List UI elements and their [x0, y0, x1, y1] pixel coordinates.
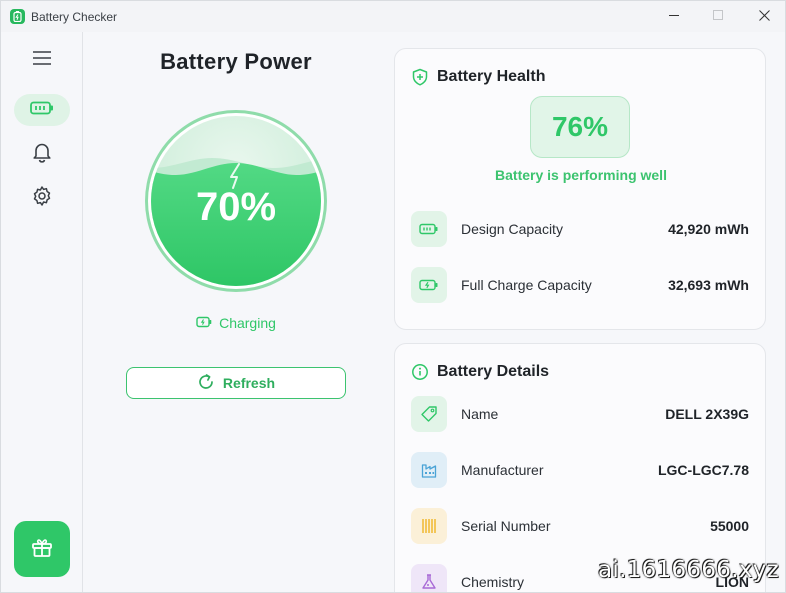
- serial-number-row: Serial Number 55000: [411, 508, 749, 544]
- battery-health-title: Battery Health: [437, 68, 546, 85]
- manufacturer-value: LGC-LGC7.78: [657, 462, 749, 478]
- full-charge-capacity-row: Full Charge Capacity 32,693 mWh: [411, 267, 749, 303]
- battery-power-percent: 70%: [195, 185, 277, 229]
- battery-health-percent: 76%: [530, 96, 630, 158]
- close-icon: [758, 8, 770, 26]
- full-charge-capacity-value: 32,693 mWh: [668, 277, 749, 293]
- name-row: Name DELL 2X39G: [411, 396, 749, 432]
- minimize-icon: [668, 8, 680, 26]
- tag-icon: [411, 396, 447, 432]
- app-window: Battery Checker Battery Power 70% Chargi…: [0, 0, 786, 593]
- menu-button[interactable]: [14, 44, 70, 76]
- sidebar-item-settings[interactable]: [14, 182, 70, 214]
- shield-plus-icon: [411, 68, 429, 86]
- window-title: Battery Checker: [31, 10, 118, 24]
- refresh-icon: [197, 373, 215, 394]
- sidebar-item-notifications[interactable]: [14, 138, 70, 170]
- manufacturer-label: Manufacturer: [461, 462, 544, 478]
- name-value: DELL 2X39G: [665, 406, 749, 422]
- info-icon: [411, 363, 429, 381]
- battery-power-title: Battery Power: [160, 49, 312, 74]
- charging-status: Charging: [151, 315, 321, 331]
- title-bar[interactable]: Battery Checker: [1, 1, 785, 32]
- bell-icon: [32, 141, 52, 168]
- battery-health-card: Battery Health 76% Battery is performing…: [394, 48, 766, 330]
- battery-icon: [411, 211, 447, 247]
- minimize-button[interactable]: [651, 1, 697, 32]
- battery-icon: [30, 101, 54, 120]
- gift-button[interactable]: [14, 521, 70, 577]
- serial-number-value: 55000: [710, 518, 749, 534]
- charging-label: Charging: [219, 315, 276, 331]
- design-capacity-row: Design Capacity 42,920 mWh: [411, 211, 749, 247]
- barcode-icon: [411, 508, 447, 544]
- manufacturer-row: Manufacturer LGC-LGC7.78: [411, 452, 749, 488]
- menu-icon: [32, 50, 52, 71]
- design-capacity-label: Design Capacity: [461, 221, 563, 237]
- flask-icon: [411, 564, 447, 592]
- battery-health-message: Battery is performing well: [495, 167, 667, 183]
- serial-number-label: Serial Number: [461, 518, 551, 534]
- battery-charge-icon: [196, 315, 212, 331]
- refresh-button[interactable]: Refresh: [126, 367, 346, 399]
- full-charge-capacity-label: Full Charge Capacity: [461, 277, 592, 293]
- battery-details-title: Battery Details: [437, 363, 550, 380]
- name-label: Name: [461, 406, 499, 422]
- app-logo-icon: [10, 9, 25, 24]
- battery-charge-icon: [411, 267, 447, 303]
- sidebar: [1, 32, 83, 592]
- maximize-icon: [712, 8, 724, 26]
- battery-details-card: Battery Details Name DELL 2X39G Manufact…: [394, 343, 766, 592]
- watermark-text: ai.1616666.xyz: [598, 557, 780, 583]
- gift-icon: [30, 535, 54, 564]
- design-capacity-value: 42,920 mWh: [668, 221, 749, 237]
- sidebar-item-battery[interactable]: [14, 94, 70, 126]
- close-button[interactable]: [741, 1, 785, 32]
- gear-icon: [31, 185, 53, 212]
- refresh-label: Refresh: [222, 375, 276, 391]
- maximize-button[interactable]: [695, 1, 741, 32]
- factory-icon: [411, 452, 447, 488]
